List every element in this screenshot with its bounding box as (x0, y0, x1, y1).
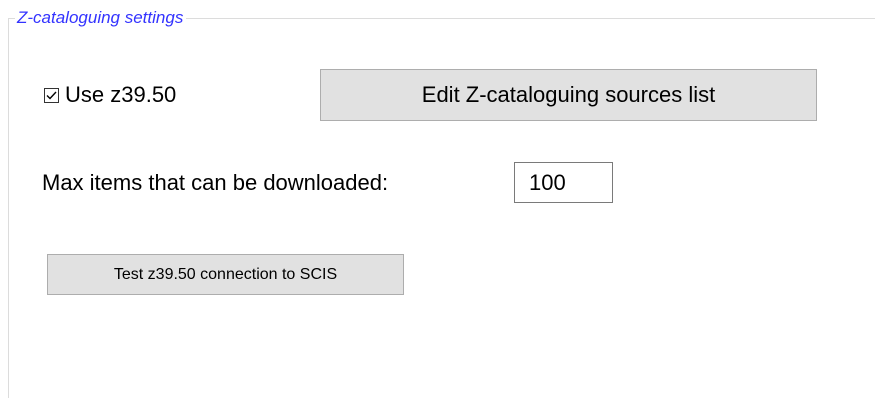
group-title: Z-cataloguing settings (15, 7, 187, 29)
edit-sources-button[interactable]: Edit Z-cataloguing sources list (320, 69, 817, 121)
check-icon (46, 91, 57, 100)
max-items-input[interactable] (514, 162, 613, 203)
max-items-label: Max items that can be downloaded: (42, 170, 389, 195)
test-connection-button[interactable]: Test z39.50 connection to SCIS (47, 254, 404, 295)
use-z3950-label: Use z39.50 (65, 82, 177, 107)
use-z3950-checkbox[interactable]: Use z39.50 (44, 82, 176, 108)
checkbox-box[interactable] (44, 87, 59, 103)
